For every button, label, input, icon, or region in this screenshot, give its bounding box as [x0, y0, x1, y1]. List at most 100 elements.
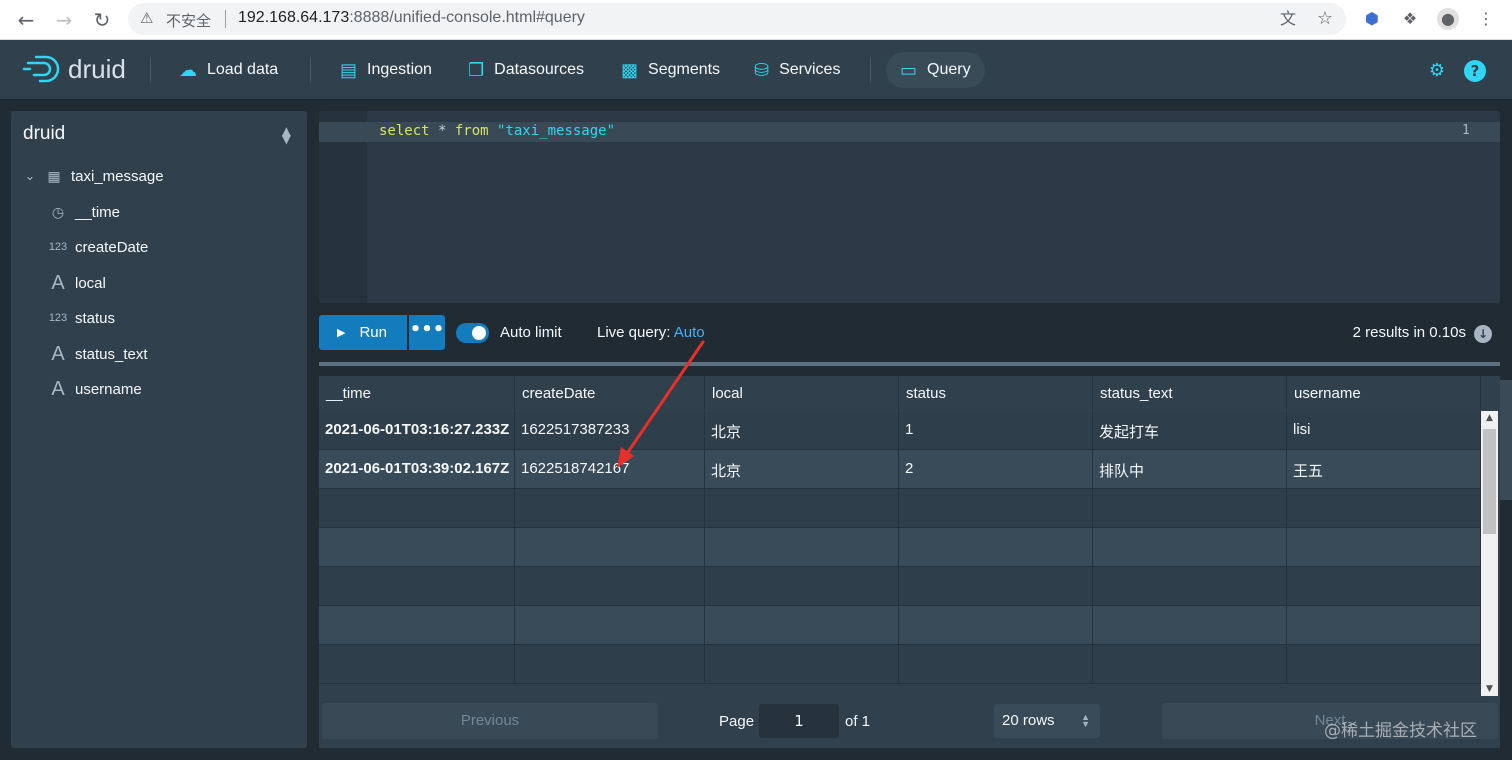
- column-header[interactable]: __time: [319, 376, 515, 410]
- nav-load-data[interactable]: ☁ Load data: [165, 52, 292, 88]
- rows-per-page-select[interactable]: 20 rows ▲ ▼: [994, 704, 1100, 738]
- extensions-puzzle-icon[interactable]: ❖: [1399, 8, 1421, 30]
- tree-table-row[interactable]: ⌄ ▦ taxi_message: [21, 161, 164, 191]
- gear-icon[interactable]: ⚙: [1426, 60, 1448, 82]
- sql-code[interactable]: select * from "taxi_message": [379, 123, 615, 139]
- clock-icon: ◷: [51, 203, 65, 220]
- table-cell: 北京: [705, 450, 899, 489]
- profile-avatar-icon[interactable]: ●: [1437, 8, 1459, 30]
- column-header[interactable]: createDate: [515, 376, 705, 410]
- nav-datasources[interactable]: ❐ Datasources: [454, 52, 598, 88]
- page-total-label: of 1: [845, 713, 871, 730]
- druid-logo[interactable]: druid: [22, 52, 126, 86]
- line-number: 1: [1462, 123, 1470, 138]
- empty-cell: [515, 528, 705, 567]
- nav-ingestion[interactable]: ▤ Ingestion: [326, 52, 446, 88]
- column-header[interactable]: status_text: [1093, 376, 1287, 410]
- column-tree-sidebar: druid ▲ ▼ ⌄ ▦ taxi_message ◷ __time 123 c…: [11, 111, 307, 748]
- empty-cell: [319, 606, 515, 645]
- cloud-upload-icon: ☁: [179, 59, 197, 80]
- empty-cell: [1287, 645, 1481, 684]
- bookmark-star-icon[interactable]: ☆: [1314, 8, 1336, 30]
- back-icon[interactable]: ←: [12, 6, 40, 34]
- scroll-thumb[interactable]: [1483, 429, 1496, 534]
- column-header[interactable]: local: [705, 376, 899, 410]
- nav-services[interactable]: ⛁ Services: [740, 52, 854, 88]
- tree-column-row[interactable]: A status_text: [47, 339, 148, 369]
- empty-cell: [899, 528, 1093, 567]
- empty-cell: [319, 645, 515, 684]
- column-name: local: [75, 274, 106, 292]
- reload-icon[interactable]: ↻: [88, 6, 116, 34]
- sql-keyword-select: select: [379, 123, 430, 139]
- nav-label: Services: [779, 61, 841, 78]
- string-type-icon: A: [51, 377, 65, 400]
- sql-editor[interactable]: 1 select * from "taxi_message": [319, 111, 1500, 303]
- forward-icon[interactable]: →: [50, 6, 78, 34]
- column-header[interactable]: status: [899, 376, 1093, 410]
- empty-cell: [899, 489, 1093, 528]
- column-header[interactable]: username: [1287, 376, 1481, 410]
- empty-cell: [1093, 489, 1287, 528]
- table-row[interactable]: 2021-06-01T03:16:27.233Z 1622517387233 北…: [319, 411, 1481, 450]
- nav-segments[interactable]: ▩ Segments: [607, 52, 734, 88]
- more-options-button[interactable]: •••: [409, 315, 445, 350]
- sort-caret-icon[interactable]: ▲ ▼: [282, 125, 291, 145]
- empty-cell: [705, 489, 899, 528]
- extension-cube-icon[interactable]: ⬢: [1361, 8, 1383, 30]
- warning-icon: ⚠: [140, 9, 154, 27]
- column-name: status: [75, 309, 116, 327]
- tree-column-row[interactable]: 123 status: [47, 303, 115, 333]
- empty-cell: [899, 606, 1093, 645]
- tree-column-row[interactable]: ◷ __time: [47, 197, 120, 227]
- url-text: 192.168.64.173:8888/unified-console.html…: [238, 9, 585, 27]
- table-row[interactable]: 2021-06-01T03:39:02.167Z 1622518742167 北…: [319, 450, 1481, 489]
- download-icon[interactable]: ↓: [1474, 325, 1492, 343]
- column-name: createDate: [75, 238, 149, 256]
- page-edge-strip: [1500, 380, 1512, 500]
- previous-button[interactable]: Previous: [322, 703, 658, 739]
- empty-table-row: [319, 606, 1481, 645]
- resize-divider[interactable]: [319, 362, 1500, 366]
- pagination-bar: Previous Page 1 of 1 20 rows ▲ ▼ Next: [319, 697, 1500, 748]
- sql-table-literal: "taxi_message": [488, 123, 616, 139]
- empty-cell: [705, 567, 899, 606]
- table-cell: 1622518742167: [515, 450, 705, 489]
- header-divider: [310, 58, 311, 82]
- page-number-input[interactable]: 1: [759, 704, 839, 738]
- column-name: status_text: [75, 345, 148, 363]
- empty-cell: [515, 606, 705, 645]
- translate-icon[interactable]: 文: [1277, 8, 1299, 30]
- tree-column-row[interactable]: A local: [47, 268, 106, 298]
- scroll-down-icon[interactable]: ▼: [1481, 682, 1498, 696]
- database-icon: ⛁: [754, 59, 770, 80]
- scroll-up-icon[interactable]: ▲: [1481, 411, 1498, 425]
- empty-cell: [319, 528, 515, 567]
- run-button[interactable]: ▶ Run: [319, 315, 407, 350]
- help-icon[interactable]: ?: [1464, 60, 1486, 82]
- live-query-value[interactable]: Auto: [674, 324, 705, 341]
- table-scrollbar[interactable]: ▲ ▼: [1481, 411, 1498, 696]
- results-table: __time createDate local status status_te…: [319, 376, 1500, 697]
- string-type-icon: A: [51, 342, 65, 365]
- schema-select[interactable]: druid: [23, 123, 65, 145]
- empty-table-row: [319, 567, 1481, 606]
- table-cell: 发起打车: [1093, 411, 1287, 450]
- table-cell: 2021-06-01T03:16:27.233Z: [319, 411, 515, 450]
- live-query-control[interactable]: Live query: Auto: [597, 324, 705, 341]
- empty-cell: [319, 567, 515, 606]
- header-divider: [150, 58, 151, 82]
- tree-column-row[interactable]: A username: [47, 374, 141, 404]
- nav-label: Datasources: [494, 61, 584, 78]
- empty-table-row: [319, 489, 1481, 528]
- header-divider: [870, 58, 871, 82]
- multi-select-icon: ❐: [468, 59, 485, 80]
- browser-menu-icon[interactable]: ⋮: [1475, 8, 1497, 30]
- chevron-down-icon[interactable]: ⌄: [21, 168, 39, 184]
- app-header: druid ☁ Load data ▤ Ingestion ❐ Datasour…: [0, 40, 1512, 100]
- insecure-label: 不安全: [166, 12, 212, 30]
- tree-column-row[interactable]: 123 createDate: [47, 232, 149, 262]
- auto-limit-toggle[interactable]: [456, 323, 489, 343]
- address-bar[interactable]: ⚠ 不安全 192.168.64.173:8888/unified-consol…: [128, 3, 1346, 35]
- nav-query[interactable]: ▭ Query: [886, 52, 985, 88]
